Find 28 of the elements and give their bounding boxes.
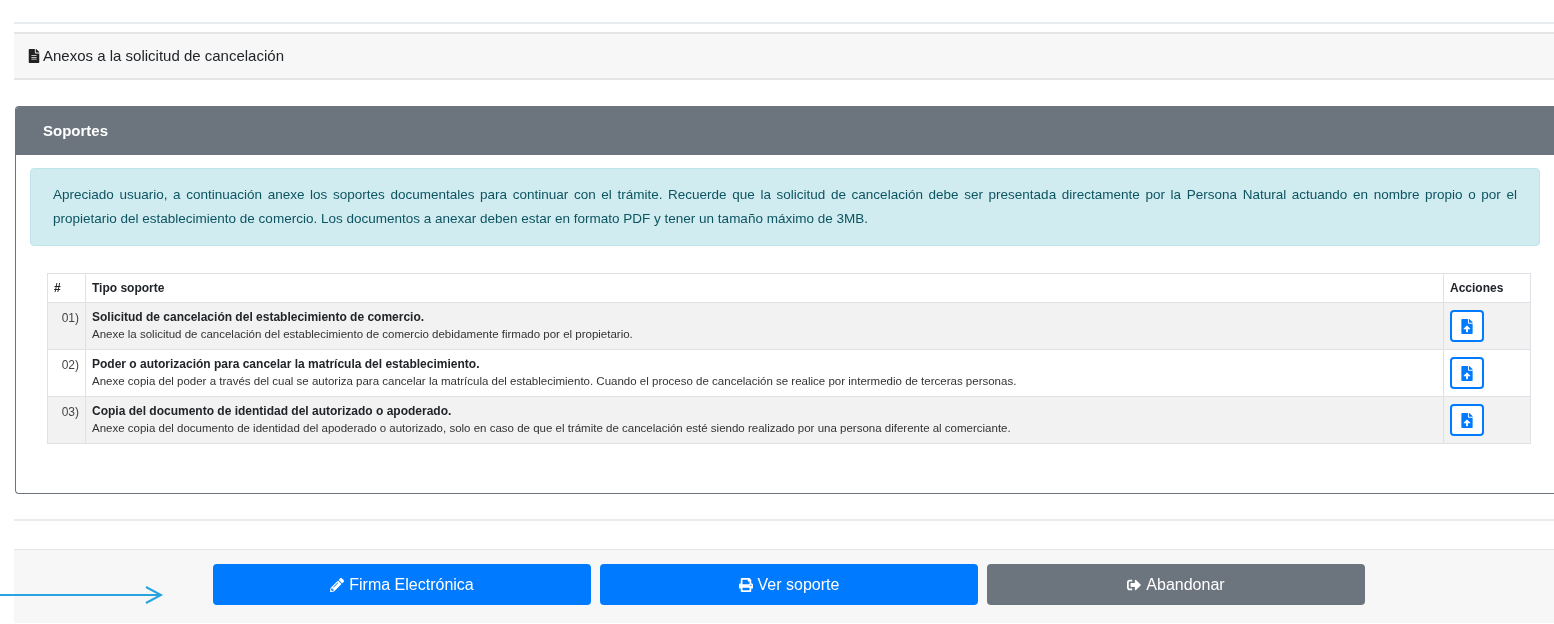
column-header: Acciones — [1443, 273, 1531, 303]
action-button[interactable]: Firma Electrónica — [213, 564, 591, 605]
upload-button[interactable] — [1450, 357, 1484, 389]
column-header: # — [47, 273, 86, 303]
upload-button[interactable] — [1450, 404, 1484, 436]
support-title: Solicitud de cancelación del establecimiento de comercio. — [92, 309, 426, 326]
action-button[interactable]: Abandonar — [987, 564, 1365, 605]
support-description: Anexe copia del poder a través del cual se autoriza para cancelar la matrícula del establecimiento. Cuando el proceso de cancelación se realice por intermedio de terceras personas. — [92, 374, 1018, 389]
action-button[interactable]: Ver soporte — [600, 564, 978, 605]
alert-text: Apreciado usuario, a continuación anexe los soportes documentales para continuar con el trámite. Recuerde que la solicitud de cancelación debe ser presentada directamente por la Persona Natural actuando en nombre propio o por el propietario del establecimiento de comercio. Los documentos a anexar deben estar en formato PDF y tener un tamaño máximo de 3MB. — [53, 186, 1517, 228]
support-title: Copia del documento de identidad del autorizado o apoderado. — [92, 403, 453, 420]
table-cell: 01) — [47, 302, 86, 350]
table-cell: 03) — [47, 396, 86, 444]
upload-button[interactable] — [1450, 310, 1484, 342]
upload-icon — [1460, 412, 1474, 428]
sign-out-icon — [1127, 577, 1142, 592]
upload-icon — [1460, 365, 1474, 381]
support-title: Poder o autorización para cancelar la matrícula del establecimiento. — [92, 356, 481, 373]
column-header: Tipo soporte — [85, 273, 1444, 303]
support-description: Anexe copia del documento de identidad del apoderado o autorizado, solo en caso de que el trámite de cancelación esté siendo realizado por una persona diferente al comerciante. — [92, 421, 1012, 436]
pencil-icon — [330, 577, 345, 592]
table-cell: 02) — [47, 349, 86, 397]
support-description: Anexe la solicitud de cancelación del establecimiento de comercio debidamente firmado por el propietario. — [92, 327, 634, 342]
document-icon — [28, 49, 40, 63]
printer-icon — [738, 577, 753, 592]
card-title: Soportes — [43, 120, 108, 141]
upload-icon — [1460, 318, 1474, 334]
section-title: Anexos a la solicitud de cancelación — [43, 45, 284, 66]
